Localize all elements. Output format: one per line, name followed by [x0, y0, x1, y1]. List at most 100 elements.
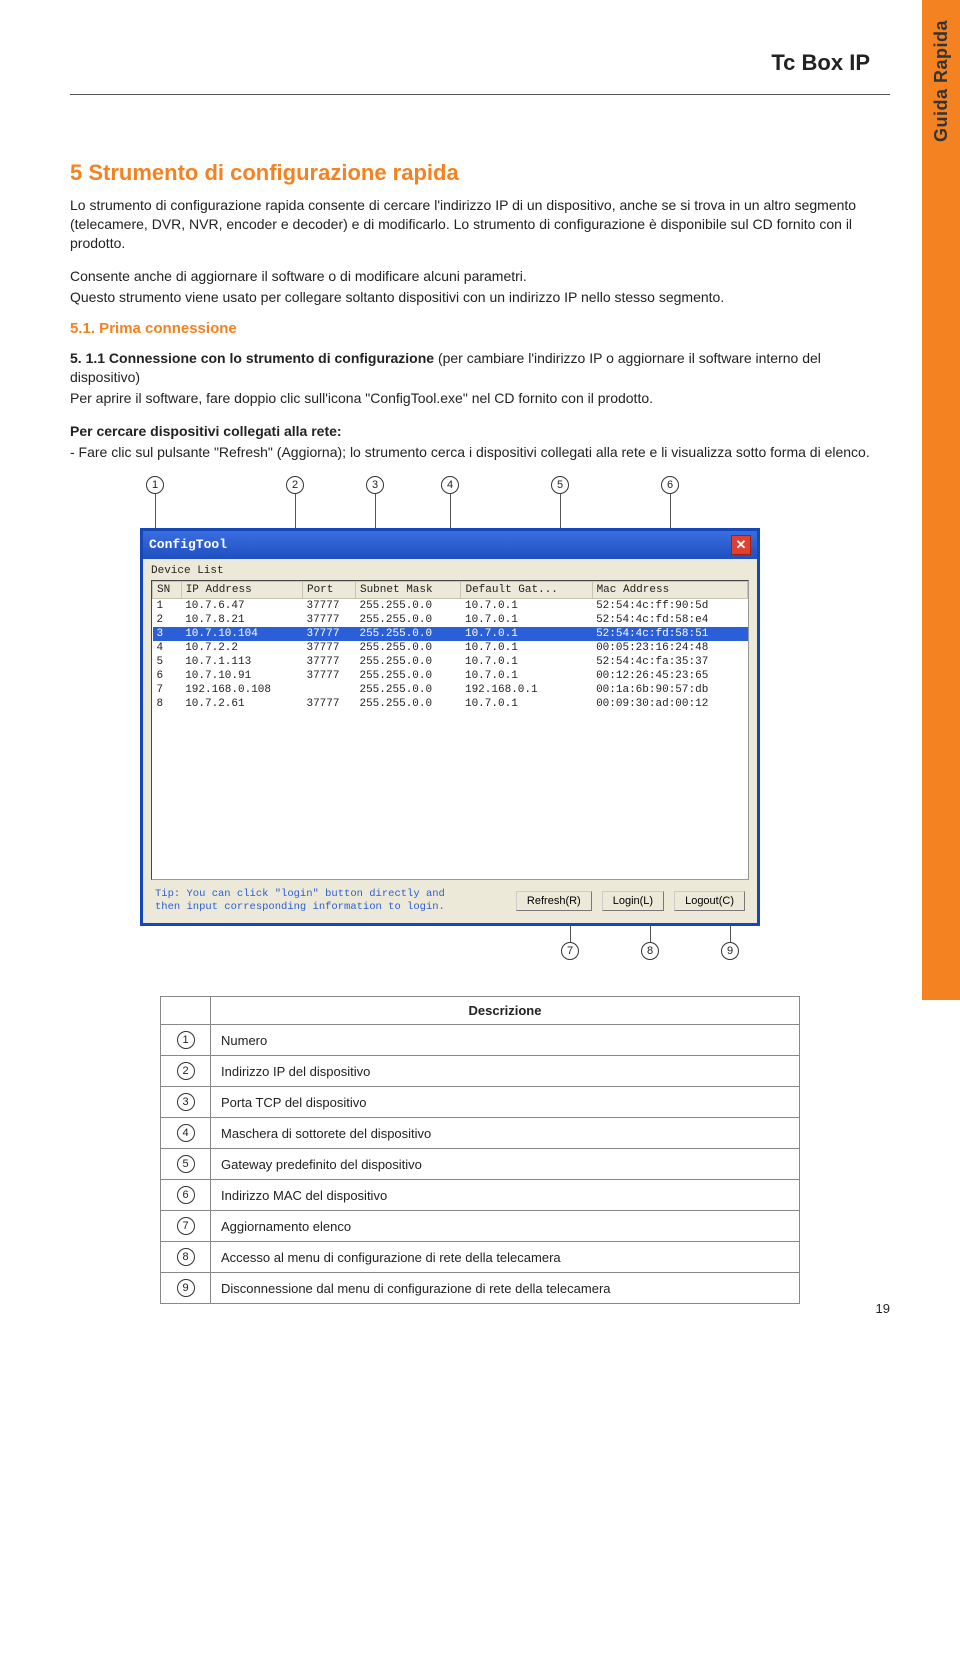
device-cell: 5 [153, 655, 182, 669]
device-row[interactable]: 110.7.6.4737777255.255.0.010.7.0.152:54:… [153, 598, 748, 613]
device-col-header: Port [302, 581, 355, 598]
paragraph-intro-1: Lo strumento di configurazione rapida co… [70, 196, 890, 253]
device-cell: 52:54:4c:fd:58:51 [592, 627, 747, 641]
device-cell: 10.7.10.104 [181, 627, 302, 641]
section-heading: 5 Strumento di configurazione rapida [70, 160, 890, 186]
connection-lead: 5. 1.1 Connessione con lo strumento di c… [70, 350, 434, 366]
callout-line [670, 494, 671, 528]
device-cell: 10.7.8.21 [181, 613, 302, 627]
desc-row: 9Disconnessione dal menu di configurazio… [161, 1273, 800, 1304]
device-row[interactable]: 210.7.8.2137777255.255.0.010.7.0.152:54:… [153, 613, 748, 627]
device-row[interactable]: 510.7.1.11337777255.255.0.010.7.0.152:54… [153, 655, 748, 669]
device-cell: 37777 [302, 598, 355, 613]
callout-circle: 5 [551, 476, 569, 494]
device-cell: 2 [153, 613, 182, 627]
page-number: 19 [876, 1301, 890, 1316]
callout-circle: 2 [286, 476, 304, 494]
desc-row: 5 Gateway predefinito del dispositivo [161, 1149, 800, 1180]
device-cell: 10.7.0.1 [461, 641, 592, 655]
desc-num-cell: 7 [161, 1211, 211, 1242]
window-title: ConfigTool [149, 537, 227, 552]
desc-row: 7Aggiornamento elenco [161, 1211, 800, 1242]
paragraph-intro-3: Questo strumento viene usato per collega… [70, 288, 890, 307]
device-cell: 192.168.0.108 [181, 683, 302, 697]
device-cell: 1 [153, 598, 182, 613]
desc-text-cell: Accesso al menu di configurazione di ret… [211, 1242, 800, 1273]
subsection-heading: 5.1. Prima connessione [70, 320, 890, 337]
paragraph-search-rest: - Fare clic sul pulsante "Refresh" (Aggi… [70, 443, 890, 462]
desc-num-circle: 5 [177, 1155, 195, 1173]
config-tool-window: ConfigTool ✕ Device List SNIP AddressPor… [140, 528, 760, 926]
desc-text-cell: Numero [211, 1025, 800, 1056]
refresh-button[interactable]: Refresh(R) [516, 891, 592, 911]
close-icon[interactable]: ✕ [731, 535, 751, 555]
desc-row: 8 Accesso al menu di configurazione di re… [161, 1242, 800, 1273]
callout-circle: 1 [146, 476, 164, 494]
desc-num-circle: 1 [177, 1031, 195, 1049]
device-cell: 37777 [302, 627, 355, 641]
desc-num-cell: 2 [161, 1056, 211, 1087]
device-row[interactable]: 610.7.10.9137777255.255.0.010.7.0.100:12… [153, 669, 748, 683]
callout-line [375, 494, 376, 528]
desc-num-circle: 4 [177, 1124, 195, 1142]
device-cell: 7 [153, 683, 182, 697]
device-col-header: Default Gat... [461, 581, 592, 598]
desc-num-circle: 2 [177, 1062, 195, 1080]
desc-header: Descrizione [211, 997, 800, 1025]
paragraph-connection: 5. 1.1 Connessione con lo strumento di c… [70, 349, 890, 387]
window-titlebar: ConfigTool ✕ [143, 531, 757, 559]
device-cell: 37777 [302, 669, 355, 683]
device-cell: 255.255.0.0 [355, 627, 461, 641]
device-cell: 255.255.0.0 [355, 683, 461, 697]
device-cell [302, 683, 355, 697]
callout-circle: 9 [721, 942, 739, 960]
device-cell: 37777 [302, 697, 355, 711]
desc-num-circle: 7 [177, 1217, 195, 1235]
callouts-bottom: 789 [140, 926, 760, 966]
desc-text-cell: Porta TCP del dispositivo [211, 1087, 800, 1118]
desc-row: 4Maschera di sottorete del dispositivo [161, 1118, 800, 1149]
desc-num-circle: 8 [177, 1248, 195, 1266]
device-cell: 4 [153, 641, 182, 655]
callout-circle: 8 [641, 942, 659, 960]
desc-num-cell: 9 [161, 1273, 211, 1304]
callout-circle: 6 [661, 476, 679, 494]
desc-text-cell: Indirizzo MAC del dispositivo [211, 1180, 800, 1211]
search-lead: Per cercare dispositivi collegati alla r… [70, 423, 342, 439]
device-cell: 10.7.0.1 [461, 613, 592, 627]
device-row[interactable]: 810.7.2.6137777255.255.0.010.7.0.100:09:… [153, 697, 748, 711]
desc-text-cell: Gateway predefinito del dispositivo [211, 1149, 800, 1180]
device-col-header: SN [153, 581, 182, 598]
desc-row: 3 Porta TCP del dispositivo [161, 1087, 800, 1118]
callout-line [295, 494, 296, 528]
device-cell: 10.7.0.1 [461, 669, 592, 683]
device-row[interactable]: 7192.168.0.108255.255.0.0192.168.0.100:1… [153, 683, 748, 697]
device-col-header: Mac Address [592, 581, 747, 598]
login-button[interactable]: Login(L) [602, 891, 664, 911]
desc-num-cell: 5 [161, 1149, 211, 1180]
desc-num-circle: 3 [177, 1093, 195, 1111]
desc-num-circle: 9 [177, 1279, 195, 1297]
device-table-wrap: SNIP AddressPortSubnet MaskDefault Gat..… [151, 580, 749, 880]
device-cell: 00:12:26:45:23:65 [592, 669, 747, 683]
device-cell: 10.7.6.47 [181, 598, 302, 613]
desc-num-cell: 3 [161, 1087, 211, 1118]
device-cell: 10.7.1.113 [181, 655, 302, 669]
device-cell: 10.7.0.1 [461, 697, 592, 711]
device-cell: 3 [153, 627, 182, 641]
paragraph-search: Per cercare dispositivi collegati alla r… [70, 422, 890, 441]
desc-num-cell: 6 [161, 1180, 211, 1211]
device-cell: 192.168.0.1 [461, 683, 592, 697]
device-list-label: Device List [151, 565, 749, 577]
desc-row: 6Indirizzo MAC del dispositivo [161, 1180, 800, 1211]
paragraph-intro-2: Consente anche di aggiornare il software… [70, 267, 890, 286]
callout-line [730, 926, 731, 942]
desc-num-cell: 4 [161, 1118, 211, 1149]
device-row[interactable]: 310.7.10.10437777255.255.0.010.7.0.152:5… [153, 627, 748, 641]
device-cell: 255.255.0.0 [355, 598, 461, 613]
logout-button[interactable]: Logout(C) [674, 891, 745, 911]
device-row[interactable]: 410.7.2.237777255.255.0.010.7.0.100:05:2… [153, 641, 748, 655]
device-cell: 52:54:4c:fd:58:e4 [592, 613, 747, 627]
device-cell: 37777 [302, 655, 355, 669]
callout-circle: 3 [366, 476, 384, 494]
